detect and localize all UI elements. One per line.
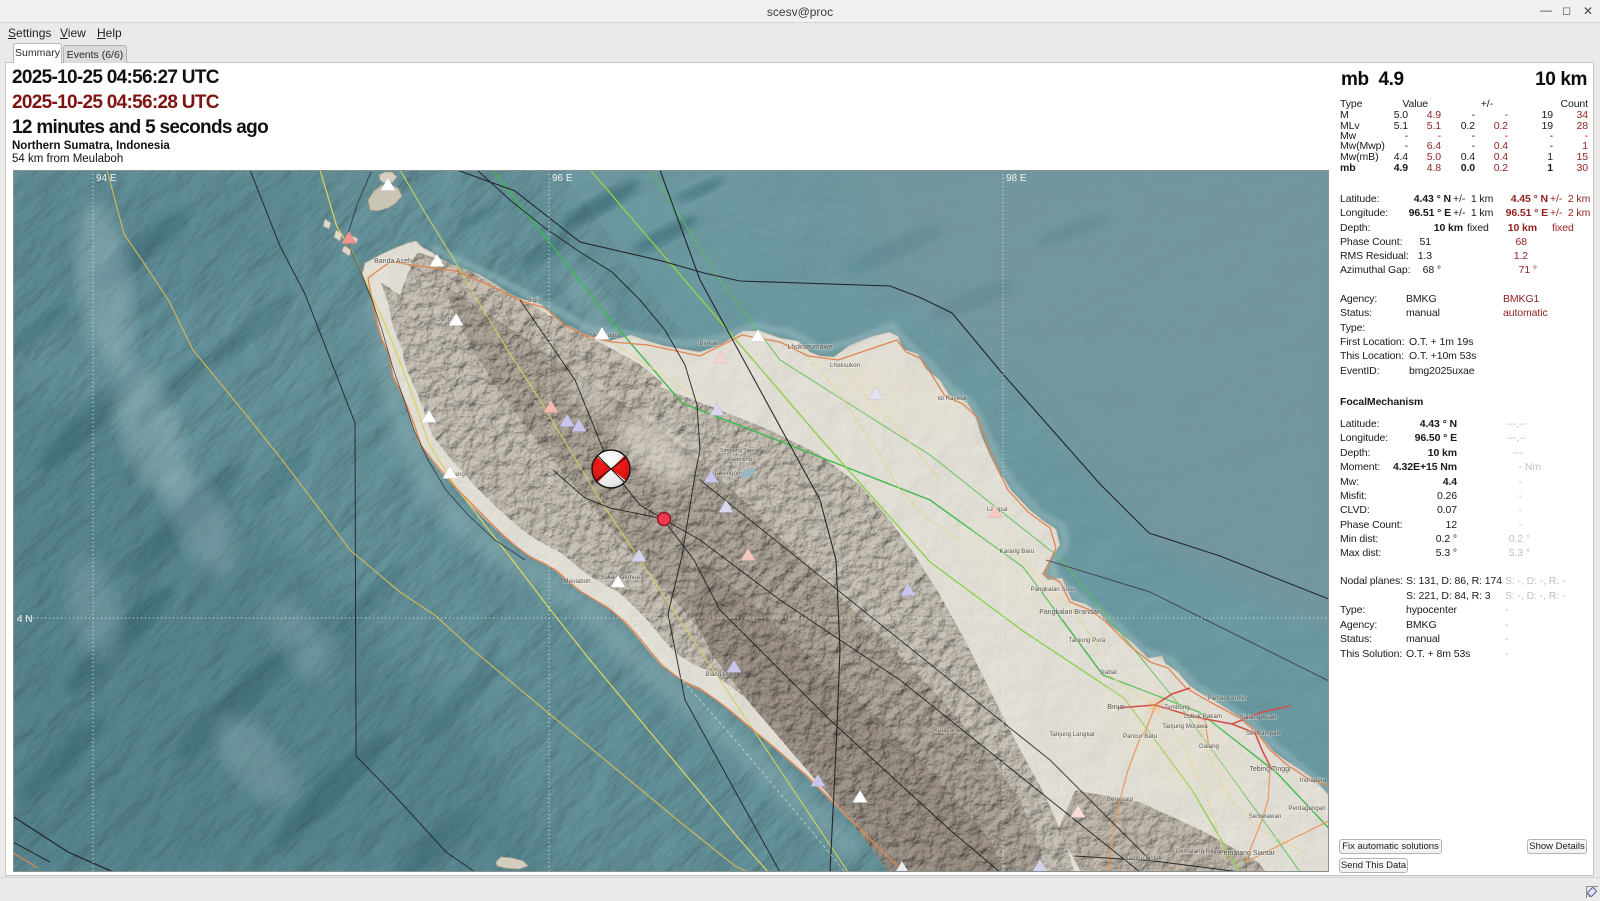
svg-text:Pematang Siantar: Pematang Siantar <box>1219 850 1276 857</box>
svg-text:Pangkalan Brandan: Pangkalan Brandan <box>1039 609 1101 616</box>
svg-text:Sambu Doluk: Sambu Doluk <box>1124 855 1162 862</box>
svg-text:Sei Rampah: Sei Rampah <box>1246 730 1281 737</box>
svg-text:Stabat: Stabat <box>1099 669 1117 676</box>
svg-text:Takengon: Takengon <box>714 470 741 477</box>
svg-text:Pancur Batu: Pancur Batu <box>1123 733 1158 740</box>
svg-text:Tebing Tinggi: Tebing Tinggi <box>1249 766 1291 773</box>
svg-text:Sialang Buah: Sialang Buah <box>1240 714 1277 721</box>
svg-text:Tembung: Tembung <box>1164 704 1190 711</box>
svg-text:Pangkalan Susu: Pangkalan Susu <box>1030 586 1076 593</box>
svg-text:Sigli: Sigli <box>527 297 539 304</box>
svg-text:Kutacane: Kutacane <box>934 727 961 734</box>
svg-text:Serbelawan: Serbelawan <box>1249 813 1282 820</box>
svg-text:Simpang Tiga: Simpang Tiga <box>720 448 755 454</box>
svg-text:Karang Baru: Karang Baru <box>1000 548 1035 555</box>
svg-text:Idi Rayeuk: Idi Rayeuk <box>937 395 967 402</box>
svg-text:94 E: 94 E <box>96 173 117 184</box>
svg-text:Tanjung Morawa: Tanjung Morawa <box>1162 723 1208 730</box>
svg-text:Pematang Raya: Pematang Raya <box>1176 848 1221 855</box>
svg-text:Berastagi: Berastagi <box>1107 796 1133 803</box>
svg-text:Pantai Cermin: Pantai Cermin <box>1207 695 1247 702</box>
svg-text:Binjai: Binjai <box>1107 702 1125 711</box>
svg-text:Tanjung Langkat: Tanjung Langkat <box>1049 731 1095 738</box>
svg-text:Bireuen: Bireuen <box>699 340 721 347</box>
svg-text:4 N: 4 N <box>17 614 33 625</box>
svg-text:Indrapura: Indrapura <box>1300 777 1327 784</box>
svg-text:Lubuk Pakam: Lubuk Pakam <box>1184 713 1222 720</box>
svg-text:96 E: 96 E <box>552 173 573 184</box>
svg-text:Galang: Galang <box>1199 743 1220 750</box>
svg-text:Meulaboh: Meulaboh <box>563 578 591 585</box>
svg-text:Redelong: Redelong <box>728 457 752 463</box>
svg-text:98 E: 98 E <box>1006 173 1027 184</box>
svg-text:Lhoksukon: Lhoksukon <box>830 362 860 369</box>
svg-text:Lhokseumawe: Lhokseumawe <box>787 344 832 351</box>
svg-text:Banda Aceh: Banda Aceh <box>374 258 412 265</box>
svg-text:Tanjung Pura: Tanjung Pura <box>1069 637 1106 644</box>
svg-text:Perdagangan: Perdagangan <box>1288 805 1326 812</box>
